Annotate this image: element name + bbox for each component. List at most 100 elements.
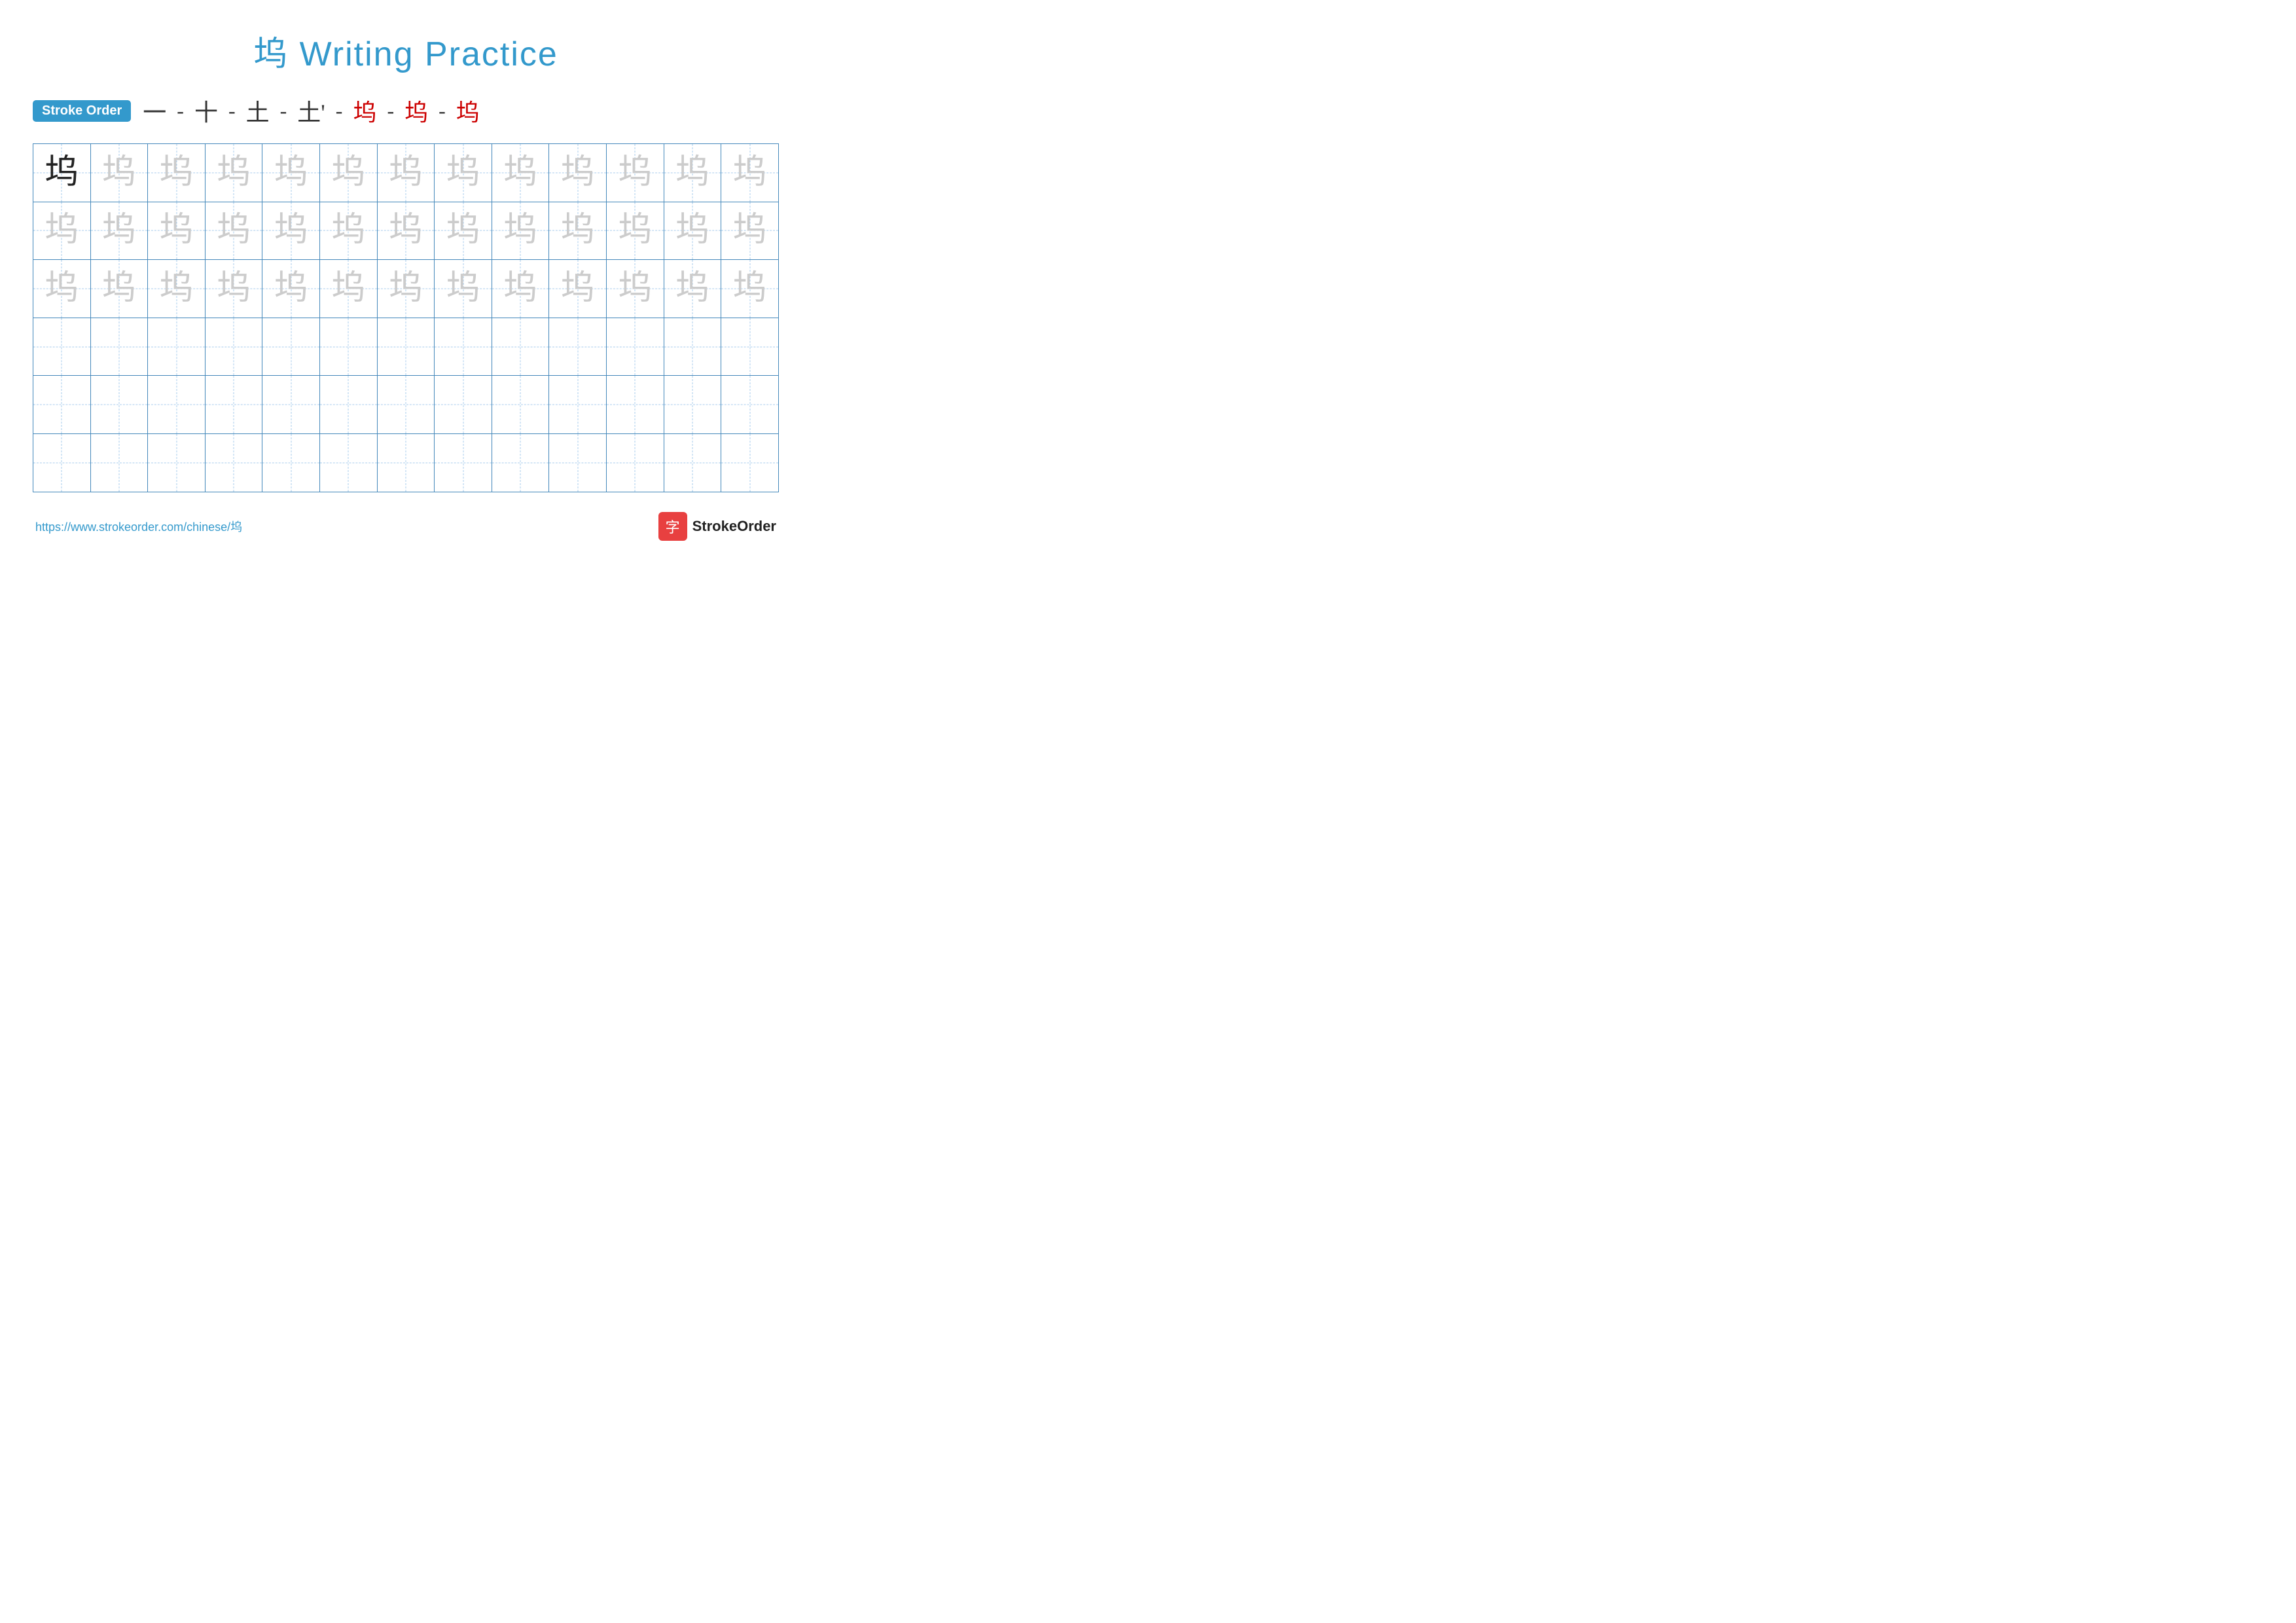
grid-cell[interactable]: 坞 — [492, 260, 550, 318]
stroke-sequence: 一 - 十 - 土 - 土' - 坞 - 坞 - 坞 — [143, 94, 480, 128]
grid-cell[interactable] — [435, 434, 492, 492]
grid-cell[interactable]: 坞 — [435, 202, 492, 260]
grid-cell[interactable]: 坞 — [91, 202, 149, 260]
footer-logo: 字 StrokeOrder — [658, 512, 776, 541]
stroke-4: 土' — [297, 94, 325, 128]
grid-cell[interactable] — [664, 318, 722, 376]
grid-cell[interactable] — [607, 376, 664, 433]
grid-cell[interactable] — [148, 434, 206, 492]
grid-cell[interactable] — [378, 434, 435, 492]
grid-row: 坞坞坞坞坞坞坞坞坞坞坞坞坞 — [33, 144, 778, 202]
stroke-2: 十 — [194, 94, 218, 128]
footer-logo-icon: 字 — [658, 512, 687, 541]
grid-cell[interactable]: 坞 — [549, 144, 607, 202]
grid-cell[interactable]: 坞 — [91, 260, 149, 318]
grid-cell[interactable] — [33, 318, 91, 376]
grid-cell[interactable] — [378, 376, 435, 433]
grid-cell[interactable] — [721, 318, 778, 376]
grid-cell[interactable] — [91, 376, 149, 433]
footer-url: https://www.strokeorder.com/chinese/坞 — [35, 518, 242, 535]
grid-cell[interactable]: 坞 — [91, 144, 149, 202]
stroke-7: 坞 — [456, 94, 480, 128]
grid-cell[interactable] — [607, 318, 664, 376]
grid-cell[interactable] — [664, 376, 722, 433]
stroke-3: 土 — [246, 94, 270, 128]
grid-cell[interactable] — [378, 318, 435, 376]
grid-cell[interactable]: 坞 — [435, 260, 492, 318]
grid-cell[interactable]: 坞 — [262, 260, 320, 318]
page-title: 坞 Writing Practice — [33, 26, 779, 75]
grid-cell[interactable]: 坞 — [206, 260, 263, 318]
grid-cell[interactable]: 坞 — [148, 260, 206, 318]
grid-cell[interactable]: 坞 — [721, 202, 778, 260]
grid-cell[interactable] — [664, 434, 722, 492]
grid-cell[interactable] — [435, 318, 492, 376]
grid-cell[interactable]: 坞 — [492, 202, 550, 260]
grid-cell[interactable]: 坞 — [206, 144, 263, 202]
grid-cell[interactable] — [320, 376, 378, 433]
stroke-6: 坞 — [404, 94, 428, 128]
grid-cell[interactable] — [721, 376, 778, 433]
grid-cell[interactable]: 坞 — [378, 260, 435, 318]
grid-cell[interactable]: 坞 — [320, 144, 378, 202]
grid-cell[interactable] — [549, 434, 607, 492]
grid-cell[interactable] — [262, 434, 320, 492]
grid-cell[interactable]: 坞 — [664, 260, 722, 318]
grid-cell[interactable]: 坞 — [320, 202, 378, 260]
grid-cell[interactable] — [206, 376, 263, 433]
grid-cell[interactable]: 坞 — [262, 202, 320, 260]
grid-row: 坞坞坞坞坞坞坞坞坞坞坞坞坞 — [33, 260, 778, 318]
grid-cell[interactable]: 坞 — [664, 144, 722, 202]
grid-cell[interactable]: 坞 — [378, 202, 435, 260]
grid-cell[interactable]: 坞 — [549, 260, 607, 318]
stroke-1: 一 — [143, 94, 166, 128]
grid-cell[interactable] — [721, 434, 778, 492]
grid-cell[interactable]: 坞 — [492, 144, 550, 202]
grid-cell[interactable]: 坞 — [148, 202, 206, 260]
stroke-order-row: Stroke Order 一 - 十 - 土 - 土' - 坞 - 坞 - 坞 — [33, 94, 779, 128]
grid-cell[interactable] — [549, 318, 607, 376]
grid-cell[interactable]: 坞 — [721, 260, 778, 318]
grid-cell[interactable] — [33, 434, 91, 492]
grid-row — [33, 318, 778, 376]
grid-cell[interactable]: 坞 — [378, 144, 435, 202]
grid-cell[interactable] — [206, 318, 263, 376]
grid-cell[interactable] — [33, 376, 91, 433]
grid-cell[interactable]: 坞 — [549, 202, 607, 260]
grid-cell[interactable] — [91, 434, 149, 492]
footer: https://www.strokeorder.com/chinese/坞 字 … — [33, 512, 779, 541]
grid-cell[interactable]: 坞 — [33, 144, 91, 202]
grid-cell[interactable] — [492, 318, 550, 376]
grid-cell[interactable] — [206, 434, 263, 492]
grid-cell[interactable]: 坞 — [262, 144, 320, 202]
grid-cell[interactable] — [492, 434, 550, 492]
grid-cell[interactable] — [262, 318, 320, 376]
grid-cell[interactable] — [320, 318, 378, 376]
grid-cell[interactable]: 坞 — [148, 144, 206, 202]
grid-cell[interactable] — [549, 376, 607, 433]
grid-cell[interactable]: 坞 — [607, 260, 664, 318]
grid-row — [33, 376, 778, 434]
grid-cell[interactable] — [435, 376, 492, 433]
grid-cell[interactable] — [262, 376, 320, 433]
grid-row: 坞坞坞坞坞坞坞坞坞坞坞坞坞 — [33, 202, 778, 261]
grid-cell[interactable]: 坞 — [721, 144, 778, 202]
stroke-order-badge: Stroke Order — [33, 100, 131, 122]
grid-cell[interactable]: 坞 — [206, 202, 263, 260]
grid-cell[interactable]: 坞 — [607, 144, 664, 202]
grid-cell[interactable] — [148, 376, 206, 433]
practice-grid: 坞坞坞坞坞坞坞坞坞坞坞坞坞坞坞坞坞坞坞坞坞坞坞坞坞坞坞坞坞坞坞坞坞坞坞坞坞坞坞 — [33, 143, 779, 492]
grid-cell[interactable]: 坞 — [607, 202, 664, 260]
grid-cell[interactable] — [148, 318, 206, 376]
grid-cell[interactable] — [91, 318, 149, 376]
grid-cell[interactable]: 坞 — [320, 260, 378, 318]
grid-cell[interactable]: 坞 — [33, 202, 91, 260]
grid-cell[interactable]: 坞 — [33, 260, 91, 318]
grid-cell[interactable]: 坞 — [664, 202, 722, 260]
grid-cell[interactable]: 坞 — [435, 144, 492, 202]
grid-cell[interactable] — [320, 434, 378, 492]
grid-cell[interactable] — [607, 434, 664, 492]
footer-logo-text: StrokeOrder — [692, 518, 776, 535]
stroke-5: 坞 — [353, 94, 376, 128]
grid-cell[interactable] — [492, 376, 550, 433]
